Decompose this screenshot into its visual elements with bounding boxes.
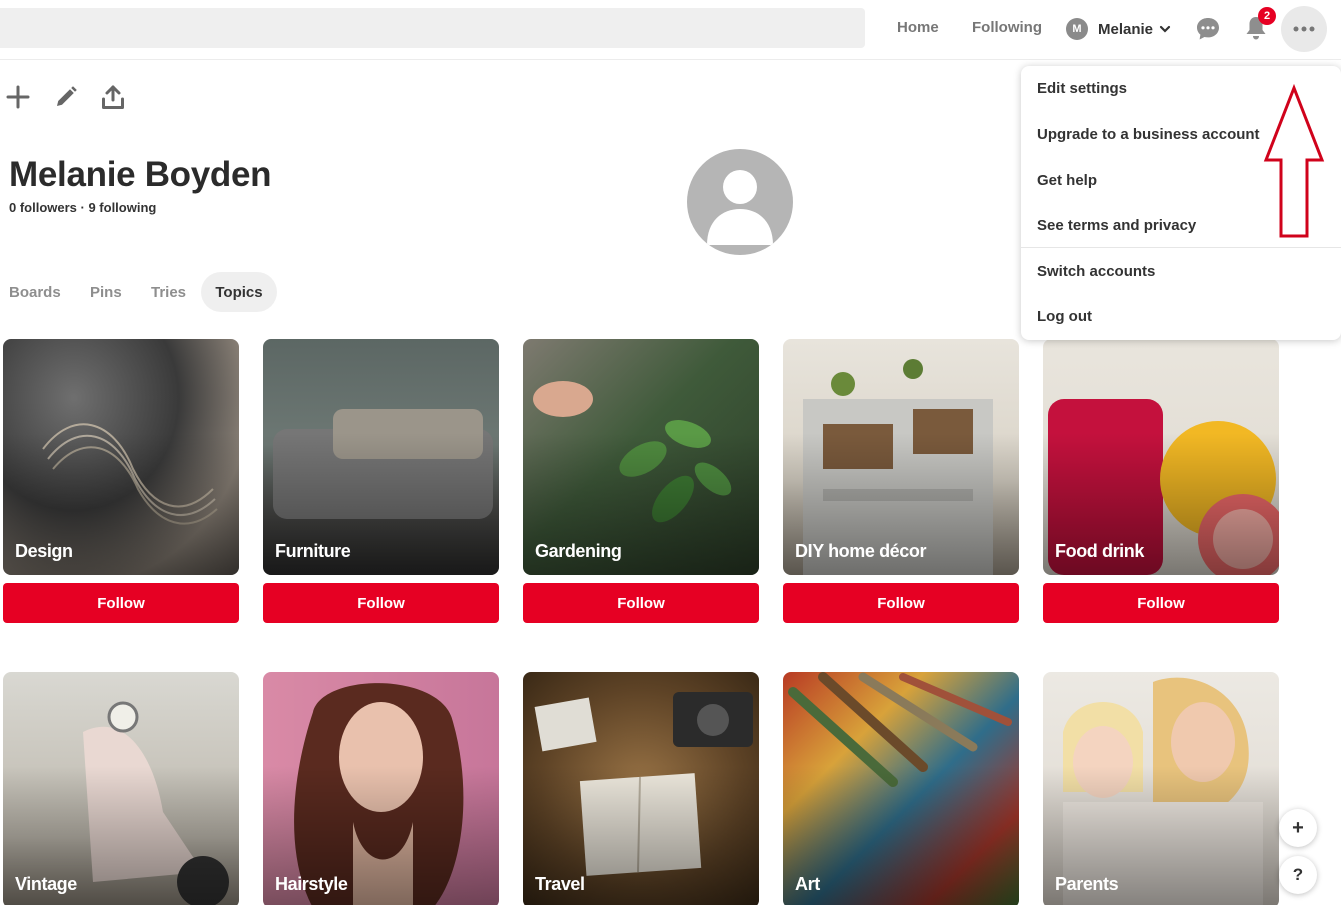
top-bar: Home Following M Melanie 2 bbox=[0, 0, 1341, 60]
nav-following-link[interactable]: Following bbox=[972, 19, 1042, 36]
menu-item-get-help[interactable]: Get help bbox=[1037, 172, 1097, 189]
topic-card-diy-home-decor[interactable]: DIY home décor bbox=[783, 339, 1019, 575]
topic-label: Parents bbox=[1055, 874, 1119, 894]
topic-label: DIY home décor bbox=[795, 541, 927, 561]
topic-label: Gardening bbox=[535, 541, 622, 561]
topic-label: Vintage bbox=[15, 874, 77, 894]
tab-pins[interactable]: Pins bbox=[90, 284, 122, 301]
search-bar[interactable] bbox=[0, 8, 865, 48]
tab-topics[interactable]: Topics bbox=[201, 272, 277, 312]
menu-item-log-out[interactable]: Log out bbox=[1037, 308, 1092, 325]
topic-card-vintage[interactable]: Vintage bbox=[3, 672, 239, 905]
topic-label: Art bbox=[795, 874, 820, 894]
chevron-down-icon bbox=[1159, 25, 1171, 33]
menu-item-switch-accounts[interactable]: Switch accounts bbox=[1037, 263, 1155, 280]
follow-button[interactable]: Follow bbox=[1043, 583, 1279, 623]
topic-card-travel[interactable]: Travel bbox=[523, 672, 759, 905]
topic-card-furniture[interactable]: Furniture bbox=[263, 339, 499, 575]
follow-button[interactable]: Follow bbox=[3, 583, 239, 623]
default-user-icon bbox=[707, 170, 773, 245]
add-floating-button[interactable]: + bbox=[1279, 809, 1317, 847]
share-icon[interactable] bbox=[100, 84, 126, 110]
topic-label: Travel bbox=[535, 874, 585, 894]
more-options-button[interactable] bbox=[1281, 6, 1327, 52]
avatar: M bbox=[1066, 18, 1088, 40]
follow-button[interactable]: Follow bbox=[263, 583, 499, 623]
tab-tries[interactable]: Tries bbox=[151, 284, 186, 301]
topic-card-parents[interactable]: Parents bbox=[1043, 672, 1279, 905]
pencil-icon[interactable] bbox=[53, 84, 79, 110]
follow-button[interactable]: Follow bbox=[783, 583, 1019, 623]
topic-card-hairstyle[interactable]: Hairstyle bbox=[263, 672, 499, 905]
tab-boards[interactable]: Boards bbox=[9, 284, 61, 301]
topic-label: Furniture bbox=[275, 541, 351, 561]
profile-name: Melanie Boyden bbox=[9, 155, 272, 194]
plus-icon[interactable] bbox=[5, 84, 31, 110]
follow-button[interactable]: Follow bbox=[523, 583, 759, 623]
nav-home-link[interactable]: Home bbox=[897, 19, 939, 36]
topic-label: Design bbox=[15, 541, 73, 561]
messages-icon[interactable] bbox=[1195, 16, 1221, 42]
topic-card-gardening[interactable]: Gardening bbox=[523, 339, 759, 575]
topic-label: Hairstyle bbox=[275, 874, 348, 894]
menu-item-terms-privacy[interactable]: See terms and privacy bbox=[1037, 217, 1196, 234]
profile-avatar bbox=[687, 149, 793, 255]
more-options-icon bbox=[1293, 26, 1315, 32]
topic-card-art[interactable]: Art bbox=[783, 672, 1019, 905]
profile-chip-name: Melanie bbox=[1098, 20, 1154, 38]
menu-item-edit-settings[interactable]: Edit settings bbox=[1037, 80, 1127, 97]
help-floating-button[interactable]: ? bbox=[1279, 856, 1317, 894]
menu-item-upgrade-business[interactable]: Upgrade to a business account bbox=[1037, 126, 1260, 143]
notification-badge: 2 bbox=[1258, 7, 1276, 25]
annotation-arrow-icon bbox=[1263, 84, 1325, 238]
profile-stats[interactable]: 0 followers · 9 following bbox=[9, 200, 156, 215]
topic-card-design[interactable]: Design bbox=[3, 339, 239, 575]
profile-chip[interactable]: M Melanie bbox=[1066, 17, 1171, 41]
topic-label: Food drink bbox=[1055, 541, 1144, 561]
menu-divider bbox=[1021, 247, 1341, 248]
topic-card-food-drink[interactable]: Food drink bbox=[1043, 339, 1279, 575]
